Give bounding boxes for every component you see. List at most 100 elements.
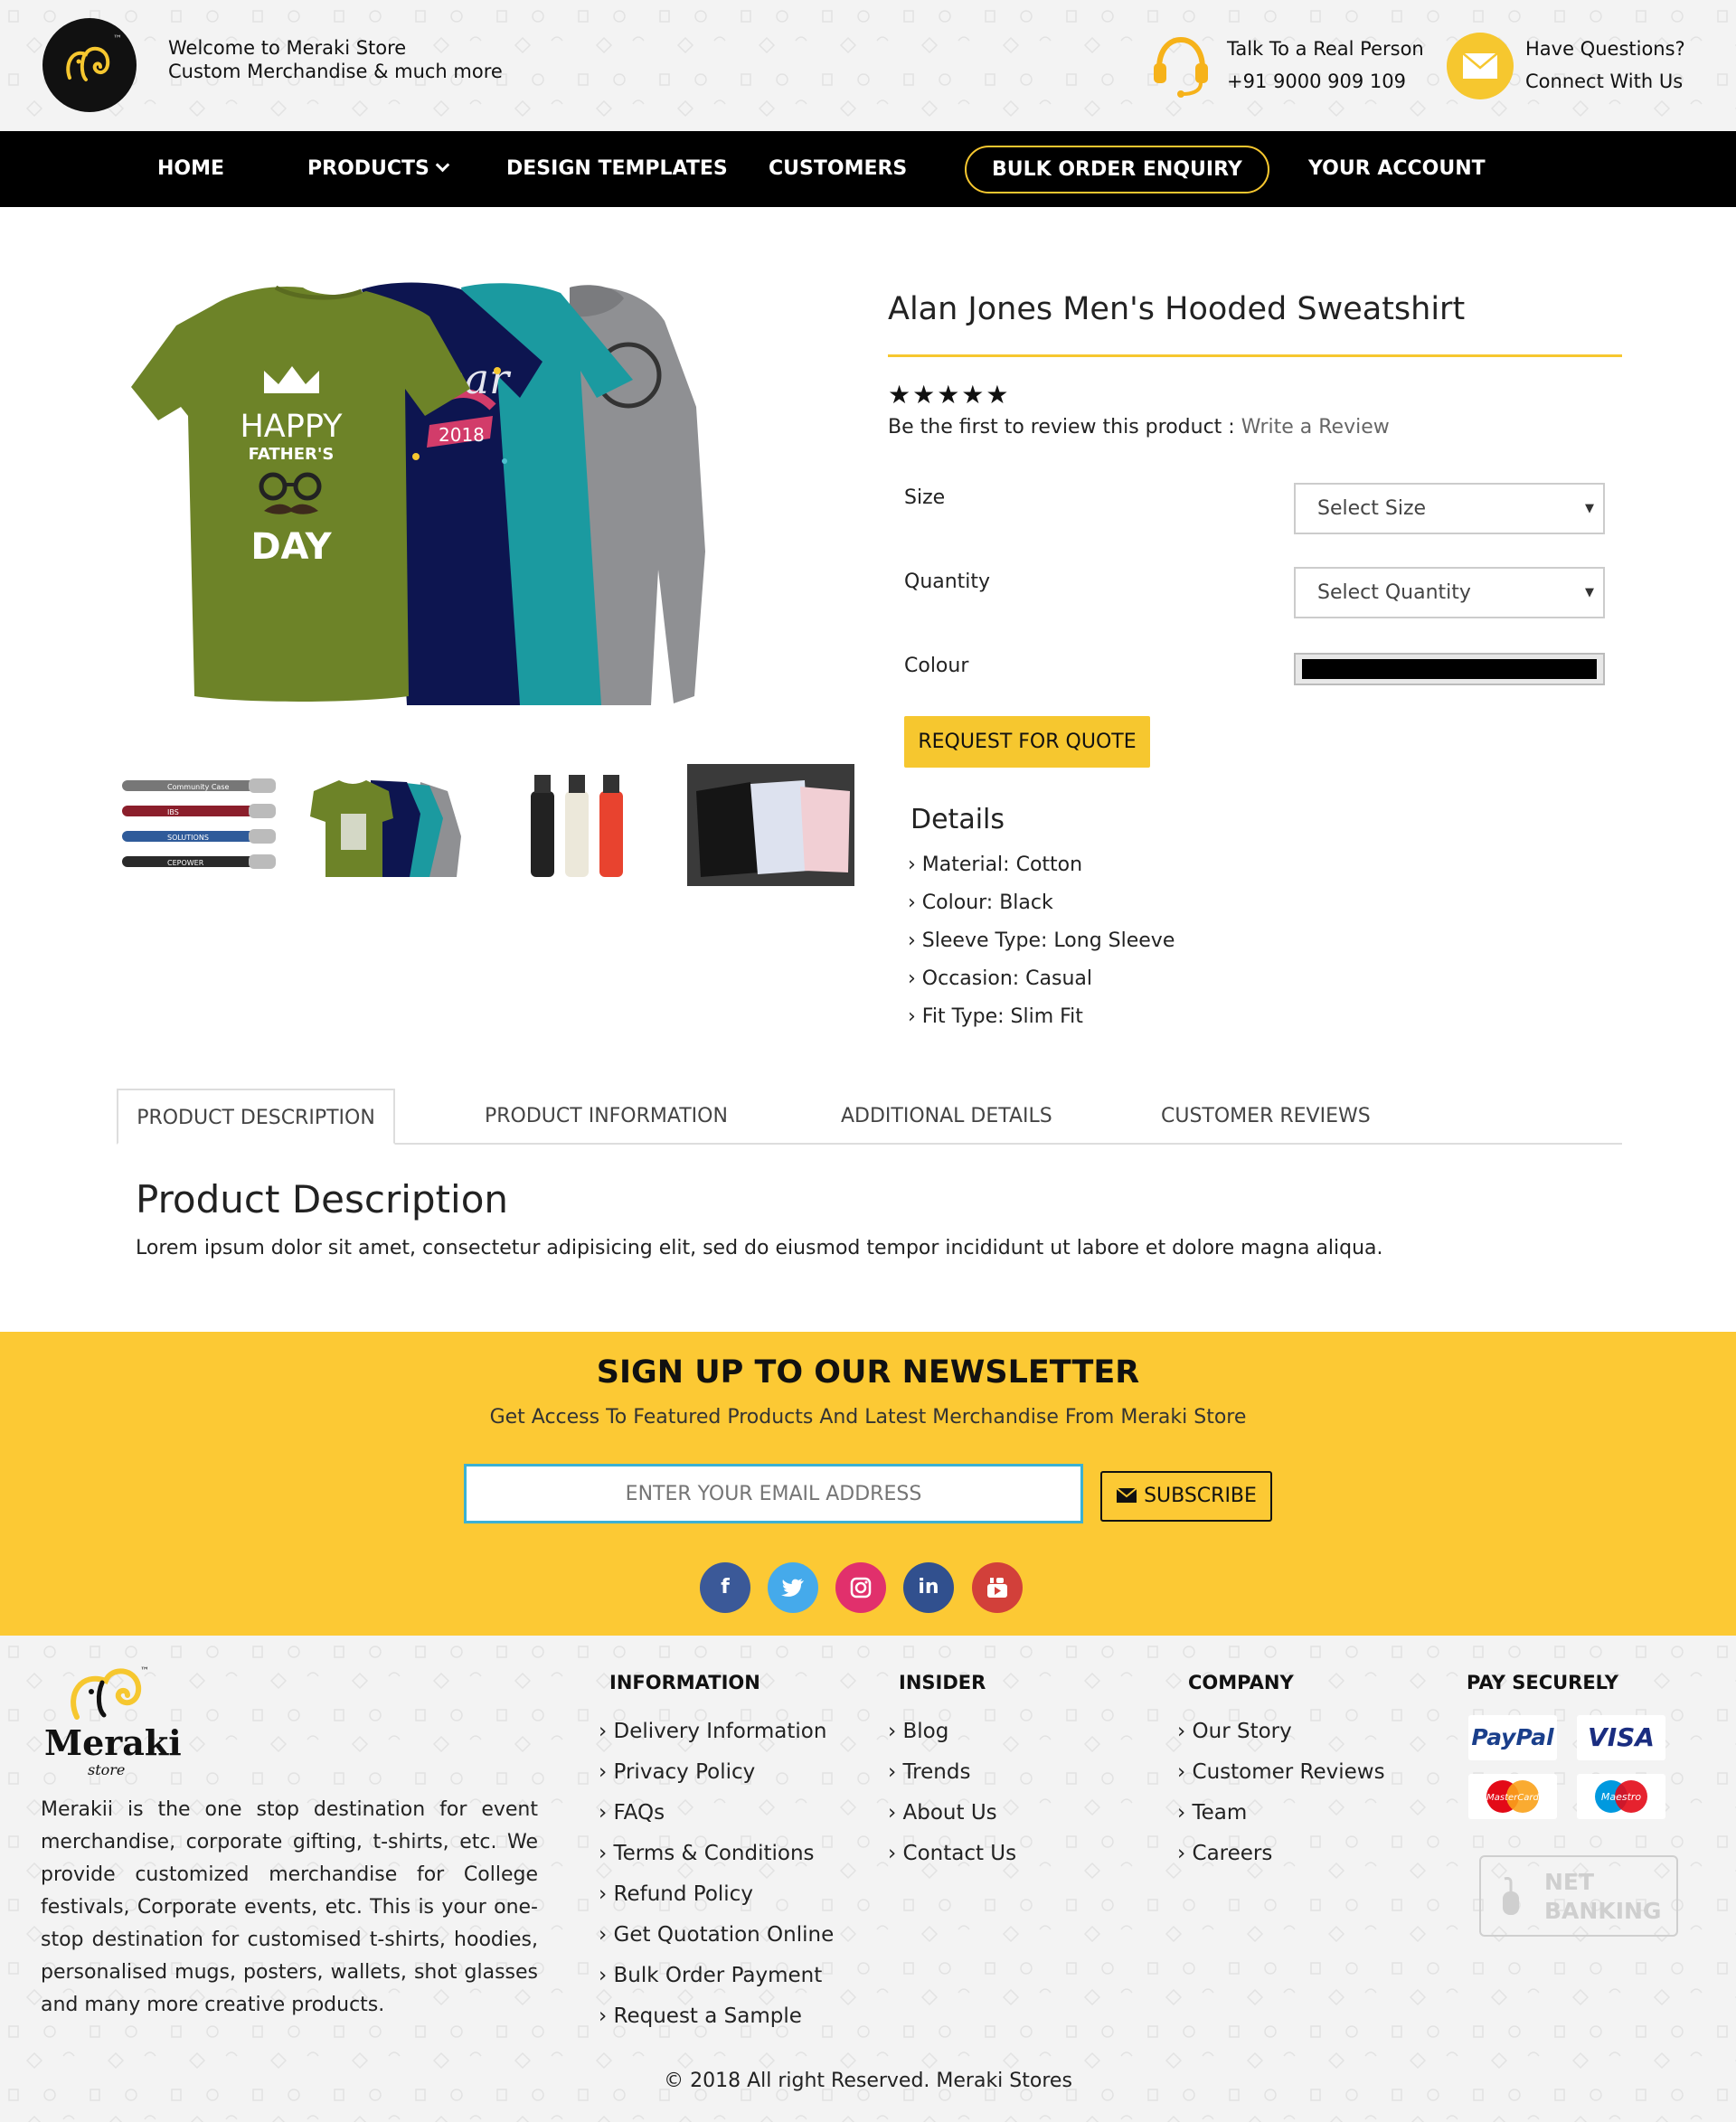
footer-information-title: INFORMATION	[609, 1672, 760, 1693]
year-label: 2018	[439, 424, 485, 446]
footer-link-label: Our Story	[1192, 1720, 1292, 1743]
size-select[interactable]: Select Size ▼	[1294, 483, 1605, 534]
footer-link-label: Terms & Conditions	[613, 1842, 815, 1865]
detail-text: Fit Type: Slim Fit	[921, 1005, 1083, 1028]
store-logo[interactable]: ™	[42, 18, 137, 112]
nav-home[interactable]: HOME	[157, 131, 224, 207]
footer-link-contact[interactable]: › Contact Us	[888, 1842, 1016, 1865]
subscribe-button[interactable]: SUBSCRIBE	[1100, 1471, 1272, 1522]
footer-link-refund[interactable]: › Refund Policy	[599, 1882, 753, 1906]
colour-picker[interactable]	[1294, 653, 1605, 685]
tab-product-information[interactable]: PRODUCT INFORMATION	[485, 1089, 728, 1145]
footer-link-reviews[interactable]: › Customer Reviews	[1177, 1760, 1385, 1784]
footer-link-label: Team	[1192, 1801, 1248, 1825]
footer-link-privacy[interactable]: › Privacy Policy	[599, 1760, 755, 1784]
instagram-icon[interactable]	[835, 1562, 886, 1613]
footer-link-label: Customer Reviews	[1192, 1760, 1385, 1784]
visa-label: VISA	[1588, 1722, 1655, 1752]
maestro-label: Maestro	[1601, 1791, 1642, 1803]
thumbnail-bottles[interactable]	[493, 764, 660, 886]
footer-link-label: Trends	[902, 1760, 971, 1784]
tab-product-description[interactable]: PRODUCT DESCRIPTION	[117, 1089, 395, 1145]
paypal-label: PayPal	[1471, 1724, 1554, 1750]
thumbnail-tshirts[interactable]	[303, 764, 470, 886]
footer-link-label: Delivery Information	[613, 1720, 827, 1743]
talk-contact: Talk To a Real Person +91 9000 909 109	[1227, 33, 1424, 98]
footer-logo-name: Meraki	[44, 1722, 182, 1763]
welcome-text: Welcome to Meraki Store Custom Merchandi…	[168, 36, 503, 83]
footer-link-about[interactable]: › About Us	[888, 1801, 997, 1825]
size-label: Size	[904, 486, 946, 509]
copyright-text: © 2018 All right Reserved. Meraki Stores	[664, 2070, 1072, 2092]
thumbnail-pens[interactable]: Community Case IBS SOLUTIONS CEPOWER	[113, 764, 280, 886]
footer-link-label: Contact Us	[902, 1842, 1017, 1865]
newsletter-section: SIGN UP TO OUR NEWSLETTER Get Access To …	[0, 1332, 1736, 1636]
pen-label-1: Community Case	[167, 783, 230, 791]
questions-label: Have Questions?	[1525, 38, 1685, 60]
twitter-icon[interactable]	[768, 1562, 818, 1613]
connect-link[interactable]: Connect With Us	[1525, 65, 1685, 98]
newsletter-subtitle: Get Access To Featured Products And Late…	[489, 1406, 1247, 1429]
nav-bulk-order-enquiry[interactable]: BULK ORDER ENQUIRY	[965, 146, 1269, 193]
newsletter-email-input[interactable]	[464, 1464, 1083, 1523]
footer-link-delivery[interactable]: › Delivery Information	[599, 1720, 826, 1743]
questions-contact: Have Questions? Connect With Us	[1525, 33, 1685, 98]
product-main-image: Year 2018 HAPPY FATHER'S DAY	[131, 282, 705, 705]
elephant-logo-icon	[66, 46, 110, 81]
nav-products[interactable]: PRODUCTS	[307, 131, 450, 207]
quantity-select[interactable]: Select Quantity ▼	[1294, 567, 1605, 618]
footer-link-blog[interactable]: › Blog	[888, 1720, 948, 1743]
detail-item: › Sleeve Type: Long Sleeve	[908, 929, 1175, 952]
net-label: NET	[1544, 1869, 1595, 1895]
youtube-icon[interactable]	[972, 1562, 1023, 1613]
subscribe-label: SUBSCRIBE	[1144, 1485, 1257, 1507]
nav-your-account[interactable]: YOUR ACCOUNT	[1308, 131, 1486, 207]
tab-additional-details[interactable]: ADDITIONAL DETAILS	[841, 1089, 1052, 1145]
detail-item: › Fit Type: Slim Fit	[908, 1005, 1083, 1028]
top-header: ™ Welcome to Meraki Store Custom Merchan…	[0, 0, 1736, 131]
footer-link-team[interactable]: › Team	[1177, 1801, 1247, 1825]
phone-number[interactable]: +91 9000 909 109	[1227, 65, 1424, 98]
footer-link-label: Privacy Policy	[613, 1760, 756, 1784]
quantity-label: Quantity	[904, 571, 991, 593]
linkedin-icon[interactable]: in	[903, 1562, 954, 1613]
print-day: DAY	[250, 526, 332, 568]
nav-design-templates[interactable]: DESIGN TEMPLATES	[506, 131, 728, 207]
footer-link-label: Refund Policy	[613, 1882, 753, 1906]
footer-link-label: Blog	[902, 1720, 949, 1743]
footer-link-story[interactable]: › Our Story	[1177, 1720, 1292, 1743]
footer-link-careers[interactable]: › Careers	[1177, 1842, 1272, 1865]
nav-customers[interactable]: CUSTOMERS	[769, 131, 907, 207]
maestro-icon: Maestro	[1577, 1774, 1665, 1819]
footer-logo[interactable]: ™ Meraki store	[41, 1663, 185, 1780]
request-quote-button[interactable]: REQUEST FOR QUOTE	[904, 716, 1150, 768]
quantity-select-value: Select Quantity	[1317, 581, 1471, 604]
rating-stars: ★★★★★	[888, 380, 1011, 410]
footer-link-faqs[interactable]: › FAQs	[599, 1801, 665, 1825]
mail-icon	[1447, 33, 1514, 99]
facebook-icon[interactable]: f	[700, 1562, 750, 1613]
write-review-link[interactable]: Write a Review	[1241, 416, 1390, 439]
nav-products-label: PRODUCTS	[307, 157, 429, 180]
footer-link-quotation[interactable]: › Get Quotation Online	[599, 1923, 834, 1947]
thumbnail-folded-shirts[interactable]	[687, 764, 854, 886]
description-text: Lorem ipsum dolor sit amet, consectetur …	[136, 1237, 1383, 1259]
review-prompt: Be the first to review this product : Wr…	[888, 416, 1390, 439]
tab-customer-reviews[interactable]: CUSTOMER REVIEWS	[1161, 1089, 1371, 1145]
footer-link-sample[interactable]: › Request a Sample	[599, 2004, 802, 2028]
footer-pay-title: PAY SECURELY	[1467, 1672, 1618, 1693]
title-divider	[888, 354, 1622, 357]
mastercard-icon: MasterCard	[1468, 1774, 1557, 1819]
footer-link-terms[interactable]: › Terms & Conditions	[599, 1842, 815, 1865]
review-prompt-text: Be the first to review this product :	[888, 416, 1241, 439]
site-footer: ™ Meraki store Merakii is the one stop d…	[0, 1636, 1736, 2122]
details-heading: Details	[910, 804, 1005, 835]
footer-link-bulk-payment[interactable]: › Bulk Order Payment	[599, 1964, 822, 1987]
detail-text: Colour: Black	[921, 891, 1053, 914]
pen-label-2: IBS	[167, 808, 179, 816]
detail-text: Sleeve Type: Long Sleeve	[921, 929, 1175, 952]
footer-link-trends[interactable]: › Trends	[888, 1760, 970, 1784]
welcome-line: Welcome to Meraki Store	[168, 37, 407, 59]
detail-item: › Occasion: Casual	[908, 967, 1093, 990]
pen-label-3: SOLUTIONS	[167, 834, 209, 842]
